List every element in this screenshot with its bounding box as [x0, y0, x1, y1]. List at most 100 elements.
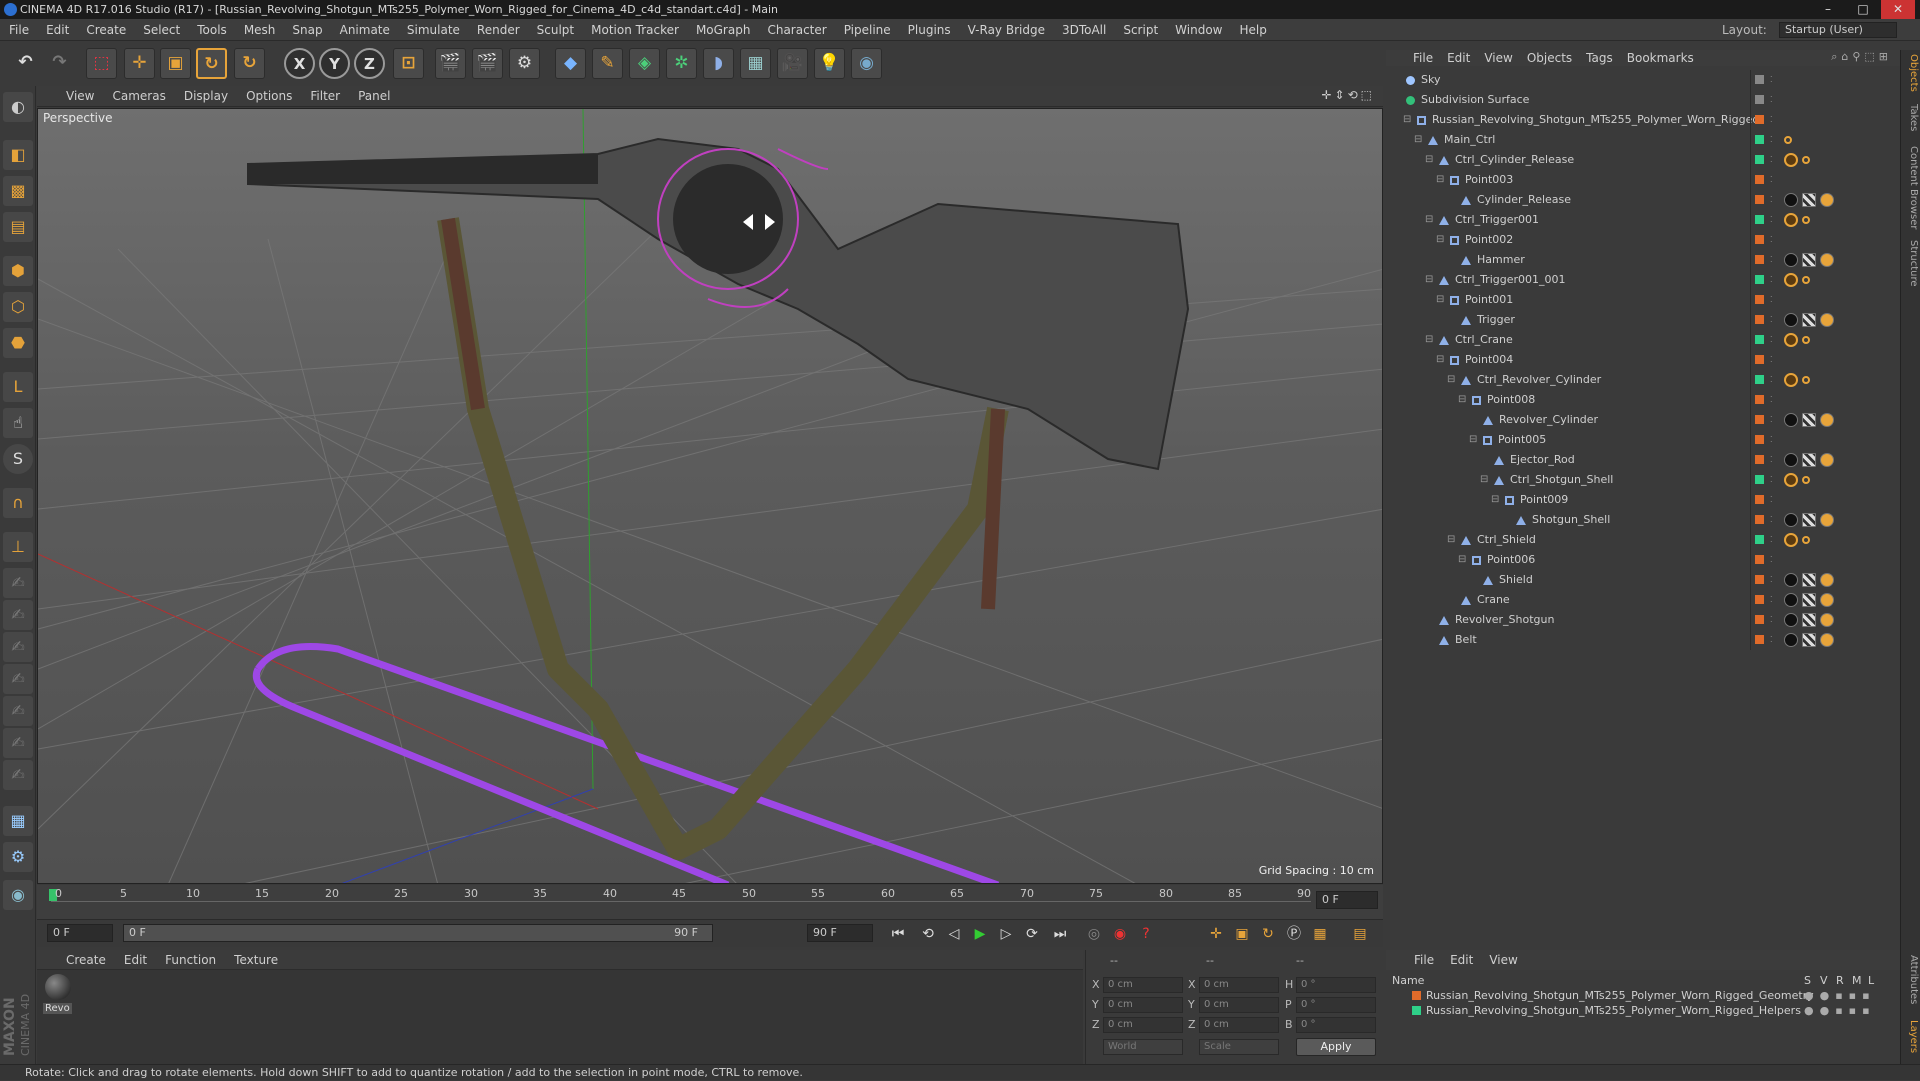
python-script-icon[interactable]: ◉: [3, 880, 33, 910]
polygons-mode-icon[interactable]: ⬣: [3, 328, 33, 358]
layer-color-dot[interactable]: [1755, 95, 1764, 104]
texture-tag-icon[interactable]: [1802, 413, 1816, 427]
menu-script[interactable]: Script: [1114, 19, 1166, 41]
layer-color-dot[interactable]: [1755, 315, 1764, 324]
y-axis-lock-button[interactable]: Y: [319, 48, 350, 79]
menu-file[interactable]: File: [0, 19, 37, 41]
ik-tag-icon[interactable]: [1802, 476, 1810, 484]
mograph-cloner-icon[interactable]: ✲: [666, 48, 697, 79]
layer-color-dot[interactable]: [1755, 215, 1764, 224]
om-menu-bookmarks[interactable]: Bookmarks: [1620, 50, 1701, 66]
layer-color-dot[interactable]: [1755, 495, 1764, 504]
texture-tag-icon[interactable]: [1802, 633, 1816, 647]
protection-tag-icon[interactable]: [1820, 613, 1834, 627]
visibility-dots-icon[interactable]: ⁚: [1770, 610, 1773, 630]
redo-icon[interactable]: ↷: [44, 48, 75, 79]
om-menu-file[interactable]: File: [1406, 50, 1440, 66]
layer-color-dot[interactable]: [1755, 375, 1764, 384]
layer-color-dot[interactable]: [1755, 235, 1764, 244]
constraint-tag-icon[interactable]: [1784, 333, 1798, 347]
expand-toggle-icon[interactable]: ⊟: [1491, 490, 1499, 510]
layer-color-dot[interactable]: [1755, 295, 1764, 304]
constraint-tag-icon[interactable]: [1784, 153, 1798, 167]
material-tag-icon[interactable]: [1784, 453, 1798, 467]
sculpt-smooth-icon[interactable]: ✍: [3, 632, 33, 662]
start-frame-field[interactable]: 0 F: [47, 924, 113, 942]
object-row[interactable]: Subdivision Surface ⁚: [1386, 90, 1900, 110]
key-scale-icon[interactable]: ▣: [1231, 923, 1253, 945]
3d-viewport[interactable]: Perspective Grid Spacing : 10 cm: [37, 108, 1383, 884]
lm-menu-view[interactable]: View: [1481, 950, 1525, 970]
constraint-tag-icon[interactable]: [1784, 473, 1798, 487]
magnet-icon[interactable]: ∩: [3, 488, 33, 518]
expand-toggle-icon[interactable]: ⊟: [1447, 530, 1455, 550]
close-button[interactable]: ✕: [1881, 0, 1915, 19]
material-label[interactable]: Revo: [43, 1003, 72, 1014]
layer-color-swatch[interactable]: [1412, 991, 1421, 1000]
menu-select[interactable]: Select: [134, 19, 188, 41]
menu-render[interactable]: Render: [468, 19, 528, 41]
om-menu-edit[interactable]: Edit: [1440, 50, 1477, 66]
layer-color-dot[interactable]: [1755, 575, 1764, 584]
visibility-dots-icon[interactable]: ⁚: [1770, 390, 1773, 410]
layer-color-dot[interactable]: [1755, 335, 1764, 344]
expand-toggle-icon[interactable]: ⊟: [1469, 430, 1477, 450]
object-row[interactable]: ⊟ Point002 ⁚: [1386, 230, 1900, 250]
expand-toggle-icon[interactable]: ⊟: [1425, 330, 1433, 350]
lm-menu-edit[interactable]: Edit: [1442, 950, 1481, 970]
object-row[interactable]: ⊟ Ctrl_Revolver_Cylinder ⁚: [1386, 370, 1900, 390]
object-row[interactable]: ⊟ Point003 ⁚: [1386, 170, 1900, 190]
menu-simulate[interactable]: Simulate: [398, 19, 468, 41]
visibility-dots-icon[interactable]: ⁚: [1770, 150, 1773, 170]
spline-pen-icon[interactable]: ✎: [592, 48, 623, 79]
end-frame-field[interactable]: 90 F: [807, 924, 873, 942]
timeline-ruler[interactable]: 0 5 10 15 20 25 30 35 40 45 50 55 60 65 …: [37, 885, 1383, 919]
edges-mode-icon[interactable]: ⬡: [3, 292, 33, 322]
object-row[interactable]: ⊟ Ctrl_Cylinder_Release ⁚: [1386, 150, 1900, 170]
points-mode-icon[interactable]: ⬢: [3, 256, 33, 286]
maximize-button[interactable]: □: [1846, 0, 1880, 19]
object-row[interactable]: ⊟ Ctrl_Crane ⁚: [1386, 330, 1900, 350]
ik-tag-icon[interactable]: [1802, 156, 1810, 164]
menu-vray-bridge[interactable]: V-Ray Bridge: [959, 19, 1053, 41]
menu-mesh[interactable]: Mesh: [235, 19, 284, 41]
layer-color-dot[interactable]: [1755, 595, 1764, 604]
cube-primitive-icon[interactable]: ◆: [555, 48, 586, 79]
object-row[interactable]: ⊟ Russian_Revolving_Shotgun_MTs255_Polyme…: [1386, 110, 1900, 130]
material-menu-create[interactable]: Create: [57, 950, 115, 970]
visibility-dots-icon[interactable]: ⁚: [1770, 510, 1773, 530]
autokey-icon[interactable]: ◎: [1083, 923, 1105, 945]
layer-color-dot[interactable]: [1755, 515, 1764, 524]
sculpt-grab-icon[interactable]: ✍: [3, 728, 33, 758]
material-tag-icon[interactable]: [1784, 313, 1798, 327]
layer-color-dot[interactable]: [1755, 395, 1764, 404]
layer-color-dot[interactable]: [1755, 555, 1764, 564]
protection-tag-icon[interactable]: [1820, 633, 1834, 647]
object-row[interactable]: ⊟ Main_Ctrl ⁚: [1386, 130, 1900, 150]
ik-tag-icon[interactable]: [1802, 376, 1810, 384]
layer-color-dot[interactable]: [1755, 275, 1764, 284]
frame-range-slider[interactable]: 0 F 90 F: [123, 924, 713, 942]
layer-toggles[interactable]: ●●▪▪▪: [1804, 988, 1876, 1003]
menu-tools[interactable]: Tools: [188, 19, 235, 41]
expand-toggle-icon[interactable]: ⊟: [1436, 350, 1444, 370]
expand-toggle-icon[interactable]: ⊟: [1447, 370, 1455, 390]
go-to-start-icon[interactable]: ⏮: [887, 923, 909, 945]
render-picture-viewer-icon[interactable]: 🎬: [472, 48, 503, 79]
texture-tag-icon[interactable]: [1802, 573, 1816, 587]
tab-structure[interactable]: Structure: [1903, 240, 1919, 287]
visibility-dots-icon[interactable]: ⁚: [1770, 430, 1773, 450]
visibility-dots-icon[interactable]: ⁚: [1770, 490, 1773, 510]
viewport-menu-panel[interactable]: Panel: [349, 86, 399, 107]
object-row[interactable]: Shotgun_Shell ⁚: [1386, 510, 1900, 530]
om-nav-icons[interactable]: ⌕⌂⚲⬚⊞: [1831, 50, 1892, 64]
expand-toggle-icon[interactable]: ⊟: [1436, 170, 1444, 190]
layer-color-dot[interactable]: [1755, 635, 1764, 644]
menu-edit[interactable]: Edit: [37, 19, 77, 41]
workplane-icon[interactable]: ⊥: [3, 532, 33, 562]
visibility-dots-icon[interactable]: ⁚: [1770, 350, 1773, 370]
visibility-dots-icon[interactable]: ⁚: [1770, 570, 1773, 590]
key-pla-icon[interactable]: ▦: [1309, 923, 1331, 945]
object-row[interactable]: Trigger ⁚: [1386, 310, 1900, 330]
sculpt-pull-icon[interactable]: ✍: [3, 600, 33, 630]
